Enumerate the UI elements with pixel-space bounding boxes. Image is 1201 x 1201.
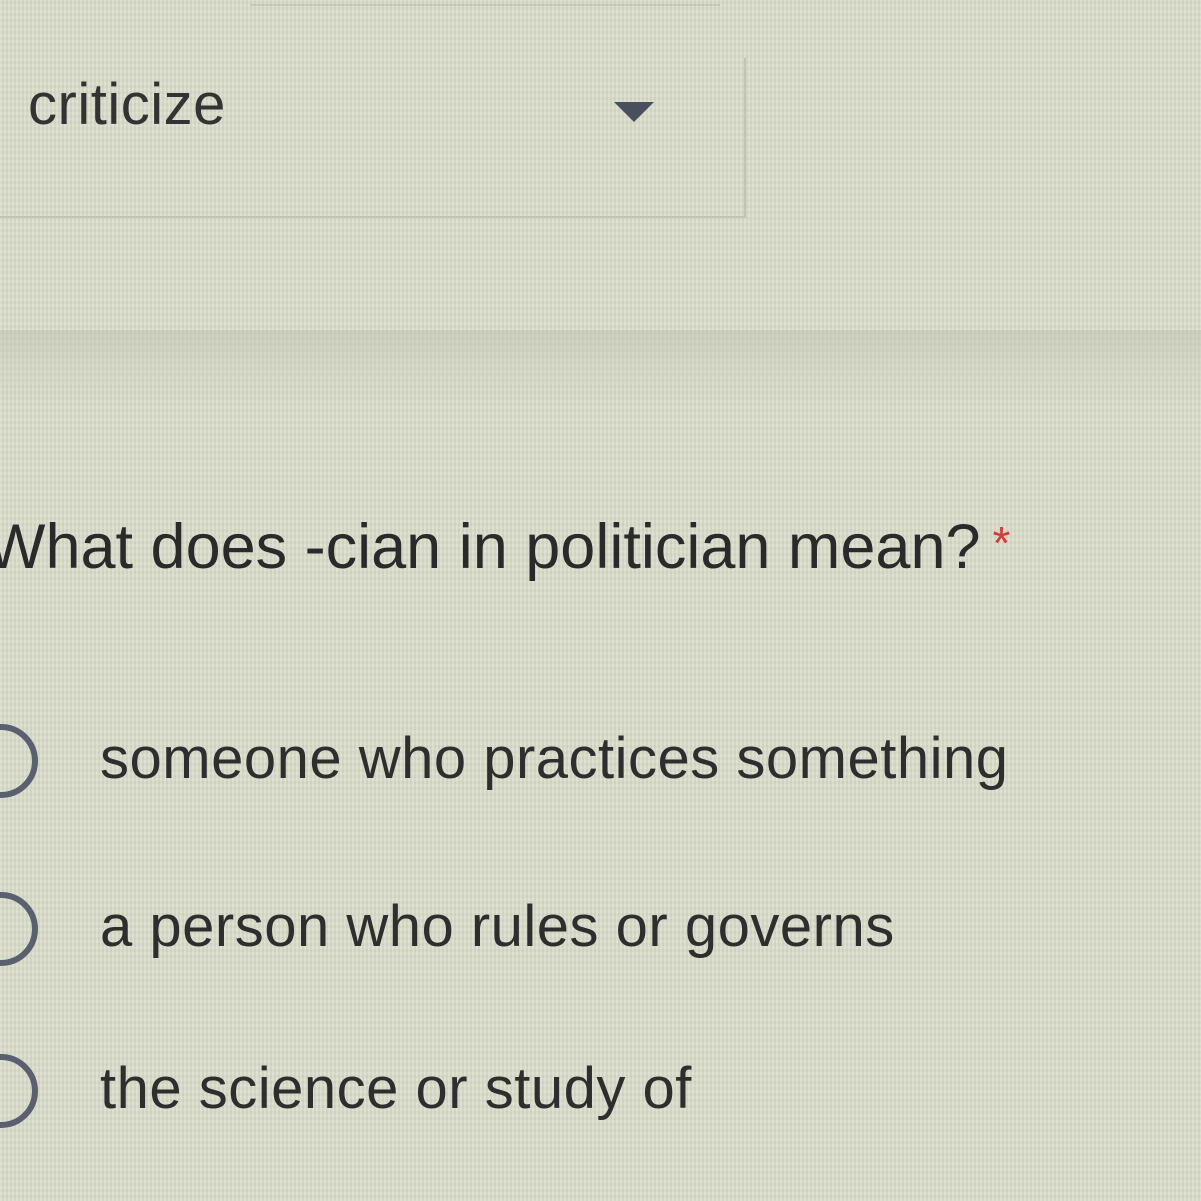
chevron-down-icon[interactable]: [614, 102, 654, 122]
answer-dropdown[interactable]: criticize: [0, 58, 746, 218]
required-asterisk: *: [992, 517, 1011, 569]
radio-option[interactable]: a person who rules or governs: [0, 892, 1201, 1002]
question-card-divider: [0, 330, 1201, 410]
radio-option[interactable]: the science or study of: [0, 1054, 1201, 1164]
question-text: What does -cian in politician mean?: [0, 512, 981, 582]
question-title: What does -cian in politician mean? *: [0, 516, 1010, 579]
radio-option-label[interactable]: someone who practices something: [100, 730, 1009, 788]
radio-button[interactable]: [0, 892, 38, 966]
radio-option-label[interactable]: the science or study of: [100, 1060, 692, 1118]
radio-button[interactable]: [0, 1054, 38, 1128]
radio-button[interactable]: [0, 724, 38, 798]
previous-field-edge: [250, 0, 720, 6]
radio-option[interactable]: someone who practices something: [0, 724, 1201, 834]
dropdown-selected-value: criticize: [28, 72, 226, 137]
radio-option-label[interactable]: a person who rules or governs: [100, 898, 895, 956]
